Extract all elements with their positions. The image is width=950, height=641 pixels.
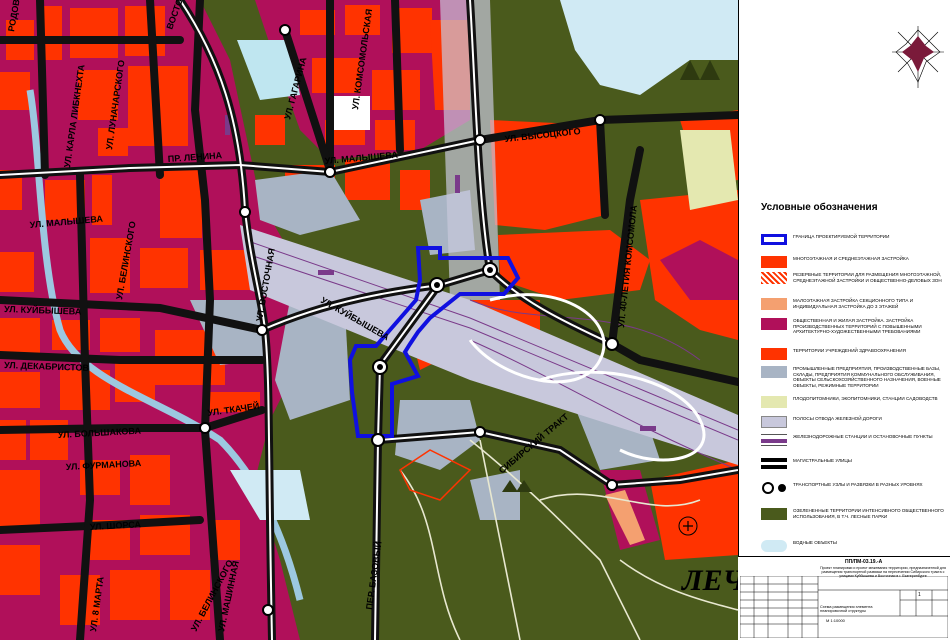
- legend-swatch: [761, 540, 787, 552]
- legend-swatch: [761, 272, 787, 284]
- legend-item-rail-corridor: ПОЛОСЫ ОТВОДА ЖЕЛЕЗНОЙ ДОРОГИ: [761, 416, 946, 428]
- legend-label: ОБЩЕСТВЕННАЯ И ЖИЛАЯ ЗАСТРОЙКА. ЗАСТРОЙК…: [793, 318, 922, 335]
- legend-label: ПЛОДОПИТОМНИКИ, ЭКОПИТОМНИКИ, СТАНЦИИ СА…: [793, 396, 938, 401]
- legend-label: ТРАНСПОРТНЫЕ УЗЛЫ И РАЗВЯЗКИ В РАЗНЫХ УР…: [793, 482, 923, 487]
- map-canvas[interactable]: РОДОВА ВОСТОЧНАЯ УЛ. ГАГАРИНА УЛ. КОМСОМ…: [0, 0, 738, 640]
- sheet-number: 1: [918, 592, 921, 598]
- legend-label: ГРАНИЦА ПРОЕКТИРУЕМОЙ ТЕРРИТОРИИ: [793, 234, 890, 239]
- legend-swatch: [761, 348, 787, 360]
- legend-swatch: [761, 234, 787, 245]
- legend-swatch: [761, 458, 787, 469]
- scale-label: М 1:10000: [826, 618, 845, 623]
- legend-item-nodes: ТРАНСПОРТНЫЕ УЗЛЫ И РАЗВЯЗКИ В РАЗНЫХ УР…: [761, 482, 946, 494]
- legend-swatch: [761, 298, 787, 310]
- legend-swatch: [761, 366, 787, 378]
- legend-item-low-rise: МАЛОЭТАЖНАЯ ЗАСТРОЙКА СЕКЦИОННОГО ТИПА И…: [761, 298, 946, 310]
- legend-label: ТЕРРИТОРИИ УЧРЕЖДЕНИЙ ЗДРАВООХРАНЕНИЯ: [793, 348, 906, 353]
- city-map[interactable]: РОДОВА ВОСТОЧНАЯ УЛ. ГАГАРИНА УЛ. КОМСОМ…: [0, 0, 738, 640]
- legend-title: Условные обозначения: [761, 202, 878, 213]
- legend-item-public: ОБЩЕСТВЕННАЯ И ЖИЛАЯ ЗАСТРОЙКА. ЗАСТРОЙК…: [761, 318, 946, 335]
- park-name-label: ЛЕЧ: [680, 564, 738, 597]
- legend-label: МАГИСТРАЛЬНЫЕ УЛИЦЫ: [793, 458, 852, 463]
- legend-swatch: [761, 416, 787, 428]
- legend-swatch: [761, 434, 787, 446]
- legend-item-nursery: ПЛОДОПИТОМНИКИ, ЭКОПИТОМНИКИ, СТАНЦИИ СА…: [761, 396, 946, 408]
- legend-label: ВОДНЫЕ ОБЪЕКТЫ: [793, 540, 837, 545]
- white-block: [330, 96, 370, 130]
- legend-label: ОЗЕЛЕНЕННЫЕ ТЕРРИТОРИИ ИНТЕНСИВНОГО ОБЩЕ…: [793, 508, 944, 519]
- drawing-code: ПП/ПМ-03.19.-А: [845, 559, 883, 565]
- legend-swatch: [761, 396, 787, 408]
- nursery-zone: [680, 130, 738, 210]
- legend-item-water: ВОДНЫЕ ОБЪЕКТЫ: [761, 540, 946, 552]
- legend-item-reserve: РЕЗЕРВНЫЕ ТЕРРИТОРИИ ДЛЯ РАЗМЕЩЕНИЯ МНОГ…: [761, 272, 946, 284]
- legend-label: МАЛОЭТАЖНАЯ ЗАСТРОЙКА СЕКЦИОННОГО ТИПА И…: [793, 298, 914, 309]
- legend-label: МНОГОЭТАЖНАЯ И СРЕДНЕЭТАЖНАЯ ЗАСТРОЙКА: [793, 256, 909, 261]
- legend-item-rail-stations: ЖЕЛЕЗНОДОРОЖНЫЕ СТАНЦИИ И ОСТАНОВОЧНЫЕ П…: [761, 434, 946, 446]
- legend-label: ПРОМЫШЛЕННЫЕ ПРЕДПРИЯТИЯ, ПРОИЗВОДСТВЕНН…: [793, 366, 941, 388]
- wind-rose-icon: [892, 26, 944, 88]
- legend-label: ПОЛОСЫ ОТВОДА ЖЕЛЕЗНОЙ ДОРОГИ: [793, 416, 882, 421]
- legend-label: РЕЗЕРВНЫЕ ТЕРРИТОРИИ ДЛЯ РАЗМЕЩЕНИЯ МНОГ…: [793, 272, 942, 283]
- legend-item-boundary: ГРАНИЦА ПРОЕКТИРУЕМОЙ ТЕРРИТОРИИ: [761, 234, 946, 245]
- scheme-subtitle: Схема размещения элемента планировочной …: [820, 605, 873, 614]
- legend-label: ЖЕЛЕЗНОДОРОЖНЫЕ СТАНЦИИ И ОСТАНОВОЧНЫЕ П…: [793, 434, 933, 439]
- legend-swatch: [761, 318, 787, 330]
- legend-item-major-roads: МАГИСТРАЛЬНЫЕ УЛИЦЫ: [761, 458, 946, 469]
- legend-swatch: [761, 256, 787, 268]
- legend-swatch: [761, 482, 787, 494]
- legend-item-industrial: ПРОМЫШЛЕННЫЕ ПРЕДПРИЯТИЯ, ПРОИЗВОДСТВЕНН…: [761, 366, 946, 388]
- hospital-cross-icon: [678, 516, 698, 536]
- legend-swatch: [761, 508, 787, 520]
- legend-item-healthcare: ТЕРРИТОРИИ УЧРЕЖДЕНИЙ ЗДРАВООХРАНЕНИЯ: [761, 348, 946, 360]
- legend-item-multistorey: МНОГОЭТАЖНАЯ И СРЕДНЕЭТАЖНАЯ ЗАСТРОЙКА: [761, 256, 946, 268]
- legend-item-green: ОЗЕЛЕНЕННЫЕ ТЕРРИТОРИИ ИНТЕНСИВНОГО ОБЩЕ…: [761, 508, 946, 520]
